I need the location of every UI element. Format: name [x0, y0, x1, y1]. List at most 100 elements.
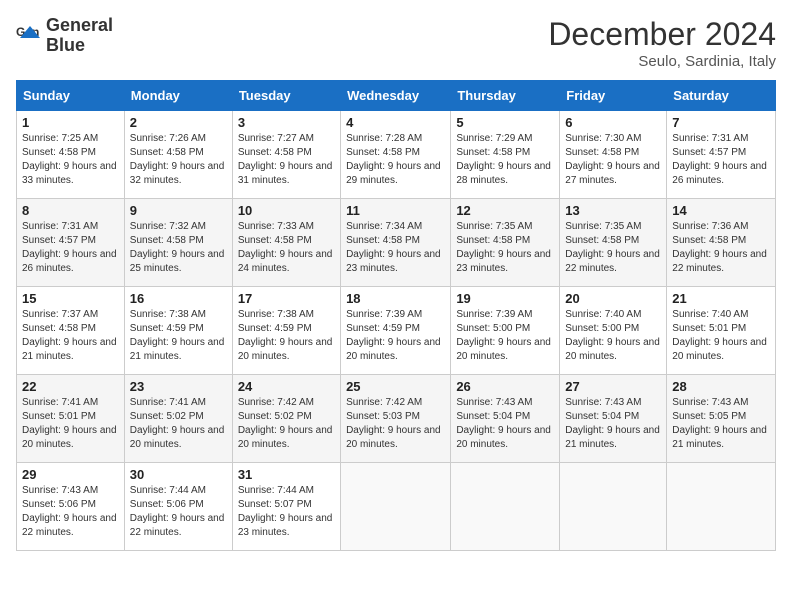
calendar-cell: 2 Sunrise: 7:26 AM Sunset: 4:58 PM Dayli… [124, 111, 232, 199]
day-info: Sunrise: 7:34 AM Sunset: 4:58 PM Dayligh… [346, 220, 445, 276]
calendar-cell: 20 Sunrise: 7:40 AM Sunset: 5:00 PM Dayl… [560, 287, 667, 375]
calendar-cell: 14 Sunrise: 7:36 AM Sunset: 4:58 PM Dayl… [667, 199, 776, 287]
header-friday: Friday [560, 81, 667, 111]
day-info: Sunrise: 7:43 AM Sunset: 5:06 PM Dayligh… [22, 484, 119, 540]
calendar-cell: 29 Sunrise: 7:43 AM Sunset: 5:06 PM Dayl… [17, 463, 125, 551]
calendar-cell: 22 Sunrise: 7:41 AM Sunset: 5:01 PM Dayl… [17, 375, 125, 463]
day-number: 3 [238, 115, 335, 130]
day-number: 22 [22, 379, 119, 394]
day-number: 31 [238, 467, 335, 482]
month-title: December 2024 [548, 16, 776, 53]
day-number: 9 [130, 203, 227, 218]
logo: Gen GeneralBlue [16, 16, 113, 56]
day-info: Sunrise: 7:40 AM Sunset: 5:00 PM Dayligh… [565, 308, 661, 364]
day-info: Sunrise: 7:42 AM Sunset: 5:03 PM Dayligh… [346, 396, 445, 452]
day-info: Sunrise: 7:38 AM Sunset: 4:59 PM Dayligh… [238, 308, 335, 364]
day-info: Sunrise: 7:30 AM Sunset: 4:58 PM Dayligh… [565, 132, 661, 188]
calendar-cell: 9 Sunrise: 7:32 AM Sunset: 4:58 PM Dayli… [124, 199, 232, 287]
calendar-cell: 16 Sunrise: 7:38 AM Sunset: 4:59 PM Dayl… [124, 287, 232, 375]
calendar-row: 22 Sunrise: 7:41 AM Sunset: 5:01 PM Dayl… [17, 375, 776, 463]
day-number: 25 [346, 379, 445, 394]
calendar-cell: 3 Sunrise: 7:27 AM Sunset: 4:58 PM Dayli… [232, 111, 340, 199]
day-info: Sunrise: 7:44 AM Sunset: 5:07 PM Dayligh… [238, 484, 335, 540]
day-info: Sunrise: 7:38 AM Sunset: 4:59 PM Dayligh… [130, 308, 227, 364]
calendar-cell: 19 Sunrise: 7:39 AM Sunset: 5:00 PM Dayl… [451, 287, 560, 375]
calendar-cell: 12 Sunrise: 7:35 AM Sunset: 4:58 PM Dayl… [451, 199, 560, 287]
calendar-cell [560, 463, 667, 551]
header-monday: Monday [124, 81, 232, 111]
calendar-cell: 8 Sunrise: 7:31 AM Sunset: 4:57 PM Dayli… [17, 199, 125, 287]
day-info: Sunrise: 7:39 AM Sunset: 5:00 PM Dayligh… [456, 308, 554, 364]
calendar-cell: 31 Sunrise: 7:44 AM Sunset: 5:07 PM Dayl… [232, 463, 340, 551]
day-info: Sunrise: 7:33 AM Sunset: 4:58 PM Dayligh… [238, 220, 335, 276]
day-number: 26 [456, 379, 554, 394]
day-number: 7 [672, 115, 770, 130]
title-area: December 2024 Seulo, Sardinia, Italy [548, 16, 776, 70]
day-info: Sunrise: 7:29 AM Sunset: 4:58 PM Dayligh… [456, 132, 554, 188]
day-info: Sunrise: 7:35 AM Sunset: 4:58 PM Dayligh… [456, 220, 554, 276]
calendar-cell: 25 Sunrise: 7:42 AM Sunset: 5:03 PM Dayl… [341, 375, 451, 463]
day-number: 17 [238, 291, 335, 306]
day-number: 12 [456, 203, 554, 218]
day-number: 13 [565, 203, 661, 218]
calendar-cell: 13 Sunrise: 7:35 AM Sunset: 4:58 PM Dayl… [560, 199, 667, 287]
location-title: Seulo, Sardinia, Italy [548, 53, 776, 70]
day-info: Sunrise: 7:43 AM Sunset: 5:04 PM Dayligh… [565, 396, 661, 452]
day-number: 14 [672, 203, 770, 218]
day-number: 29 [22, 467, 119, 482]
day-number: 27 [565, 379, 661, 394]
header-sunday: Sunday [17, 81, 125, 111]
day-number: 28 [672, 379, 770, 394]
day-info: Sunrise: 7:37 AM Sunset: 4:58 PM Dayligh… [22, 308, 119, 364]
day-info: Sunrise: 7:35 AM Sunset: 4:58 PM Dayligh… [565, 220, 661, 276]
day-number: 2 [130, 115, 227, 130]
day-number: 4 [346, 115, 445, 130]
day-number: 11 [346, 203, 445, 218]
calendar-cell [341, 463, 451, 551]
header-saturday: Saturday [667, 81, 776, 111]
calendar-cell [667, 463, 776, 551]
weekday-header-row: Sunday Monday Tuesday Wednesday Thursday… [17, 81, 776, 111]
calendar-cell: 26 Sunrise: 7:43 AM Sunset: 5:04 PM Dayl… [451, 375, 560, 463]
day-info: Sunrise: 7:31 AM Sunset: 4:57 PM Dayligh… [672, 132, 770, 188]
day-number: 10 [238, 203, 335, 218]
header-thursday: Thursday [451, 81, 560, 111]
day-info: Sunrise: 7:32 AM Sunset: 4:58 PM Dayligh… [130, 220, 227, 276]
day-number: 23 [130, 379, 227, 394]
day-info: Sunrise: 7:41 AM Sunset: 5:01 PM Dayligh… [22, 396, 119, 452]
calendar-cell: 17 Sunrise: 7:38 AM Sunset: 4:59 PM Dayl… [232, 287, 340, 375]
calendar-row: 15 Sunrise: 7:37 AM Sunset: 4:58 PM Dayl… [17, 287, 776, 375]
calendar-cell: 4 Sunrise: 7:28 AM Sunset: 4:58 PM Dayli… [341, 111, 451, 199]
calendar-cell: 28 Sunrise: 7:43 AM Sunset: 5:05 PM Dayl… [667, 375, 776, 463]
day-number: 6 [565, 115, 661, 130]
header: Gen GeneralBlue December 2024 Seulo, Sar… [16, 16, 776, 70]
calendar-cell: 30 Sunrise: 7:44 AM Sunset: 5:06 PM Dayl… [124, 463, 232, 551]
calendar-row: 1 Sunrise: 7:25 AM Sunset: 4:58 PM Dayli… [17, 111, 776, 199]
logo-text: GeneralBlue [46, 16, 113, 56]
logo-icon: Gen [16, 22, 44, 50]
day-number: 16 [130, 291, 227, 306]
calendar-cell: 6 Sunrise: 7:30 AM Sunset: 4:58 PM Dayli… [560, 111, 667, 199]
day-info: Sunrise: 7:41 AM Sunset: 5:02 PM Dayligh… [130, 396, 227, 452]
day-number: 18 [346, 291, 445, 306]
day-info: Sunrise: 7:44 AM Sunset: 5:06 PM Dayligh… [130, 484, 227, 540]
day-number: 1 [22, 115, 119, 130]
day-number: 21 [672, 291, 770, 306]
day-info: Sunrise: 7:25 AM Sunset: 4:58 PM Dayligh… [22, 132, 119, 188]
day-info: Sunrise: 7:27 AM Sunset: 4:58 PM Dayligh… [238, 132, 335, 188]
day-number: 24 [238, 379, 335, 394]
calendar-cell: 27 Sunrise: 7:43 AM Sunset: 5:04 PM Dayl… [560, 375, 667, 463]
calendar-cell: 10 Sunrise: 7:33 AM Sunset: 4:58 PM Dayl… [232, 199, 340, 287]
calendar-cell: 15 Sunrise: 7:37 AM Sunset: 4:58 PM Dayl… [17, 287, 125, 375]
calendar-cell: 11 Sunrise: 7:34 AM Sunset: 4:58 PM Dayl… [341, 199, 451, 287]
day-info: Sunrise: 7:42 AM Sunset: 5:02 PM Dayligh… [238, 396, 335, 452]
calendar-cell: 7 Sunrise: 7:31 AM Sunset: 4:57 PM Dayli… [667, 111, 776, 199]
day-number: 8 [22, 203, 119, 218]
day-number: 5 [456, 115, 554, 130]
calendar-cell: 18 Sunrise: 7:39 AM Sunset: 4:59 PM Dayl… [341, 287, 451, 375]
header-tuesday: Tuesday [232, 81, 340, 111]
day-info: Sunrise: 7:26 AM Sunset: 4:58 PM Dayligh… [130, 132, 227, 188]
calendar-row: 29 Sunrise: 7:43 AM Sunset: 5:06 PM Dayl… [17, 463, 776, 551]
calendar-cell: 5 Sunrise: 7:29 AM Sunset: 4:58 PM Dayli… [451, 111, 560, 199]
calendar-cell: 23 Sunrise: 7:41 AM Sunset: 5:02 PM Dayl… [124, 375, 232, 463]
